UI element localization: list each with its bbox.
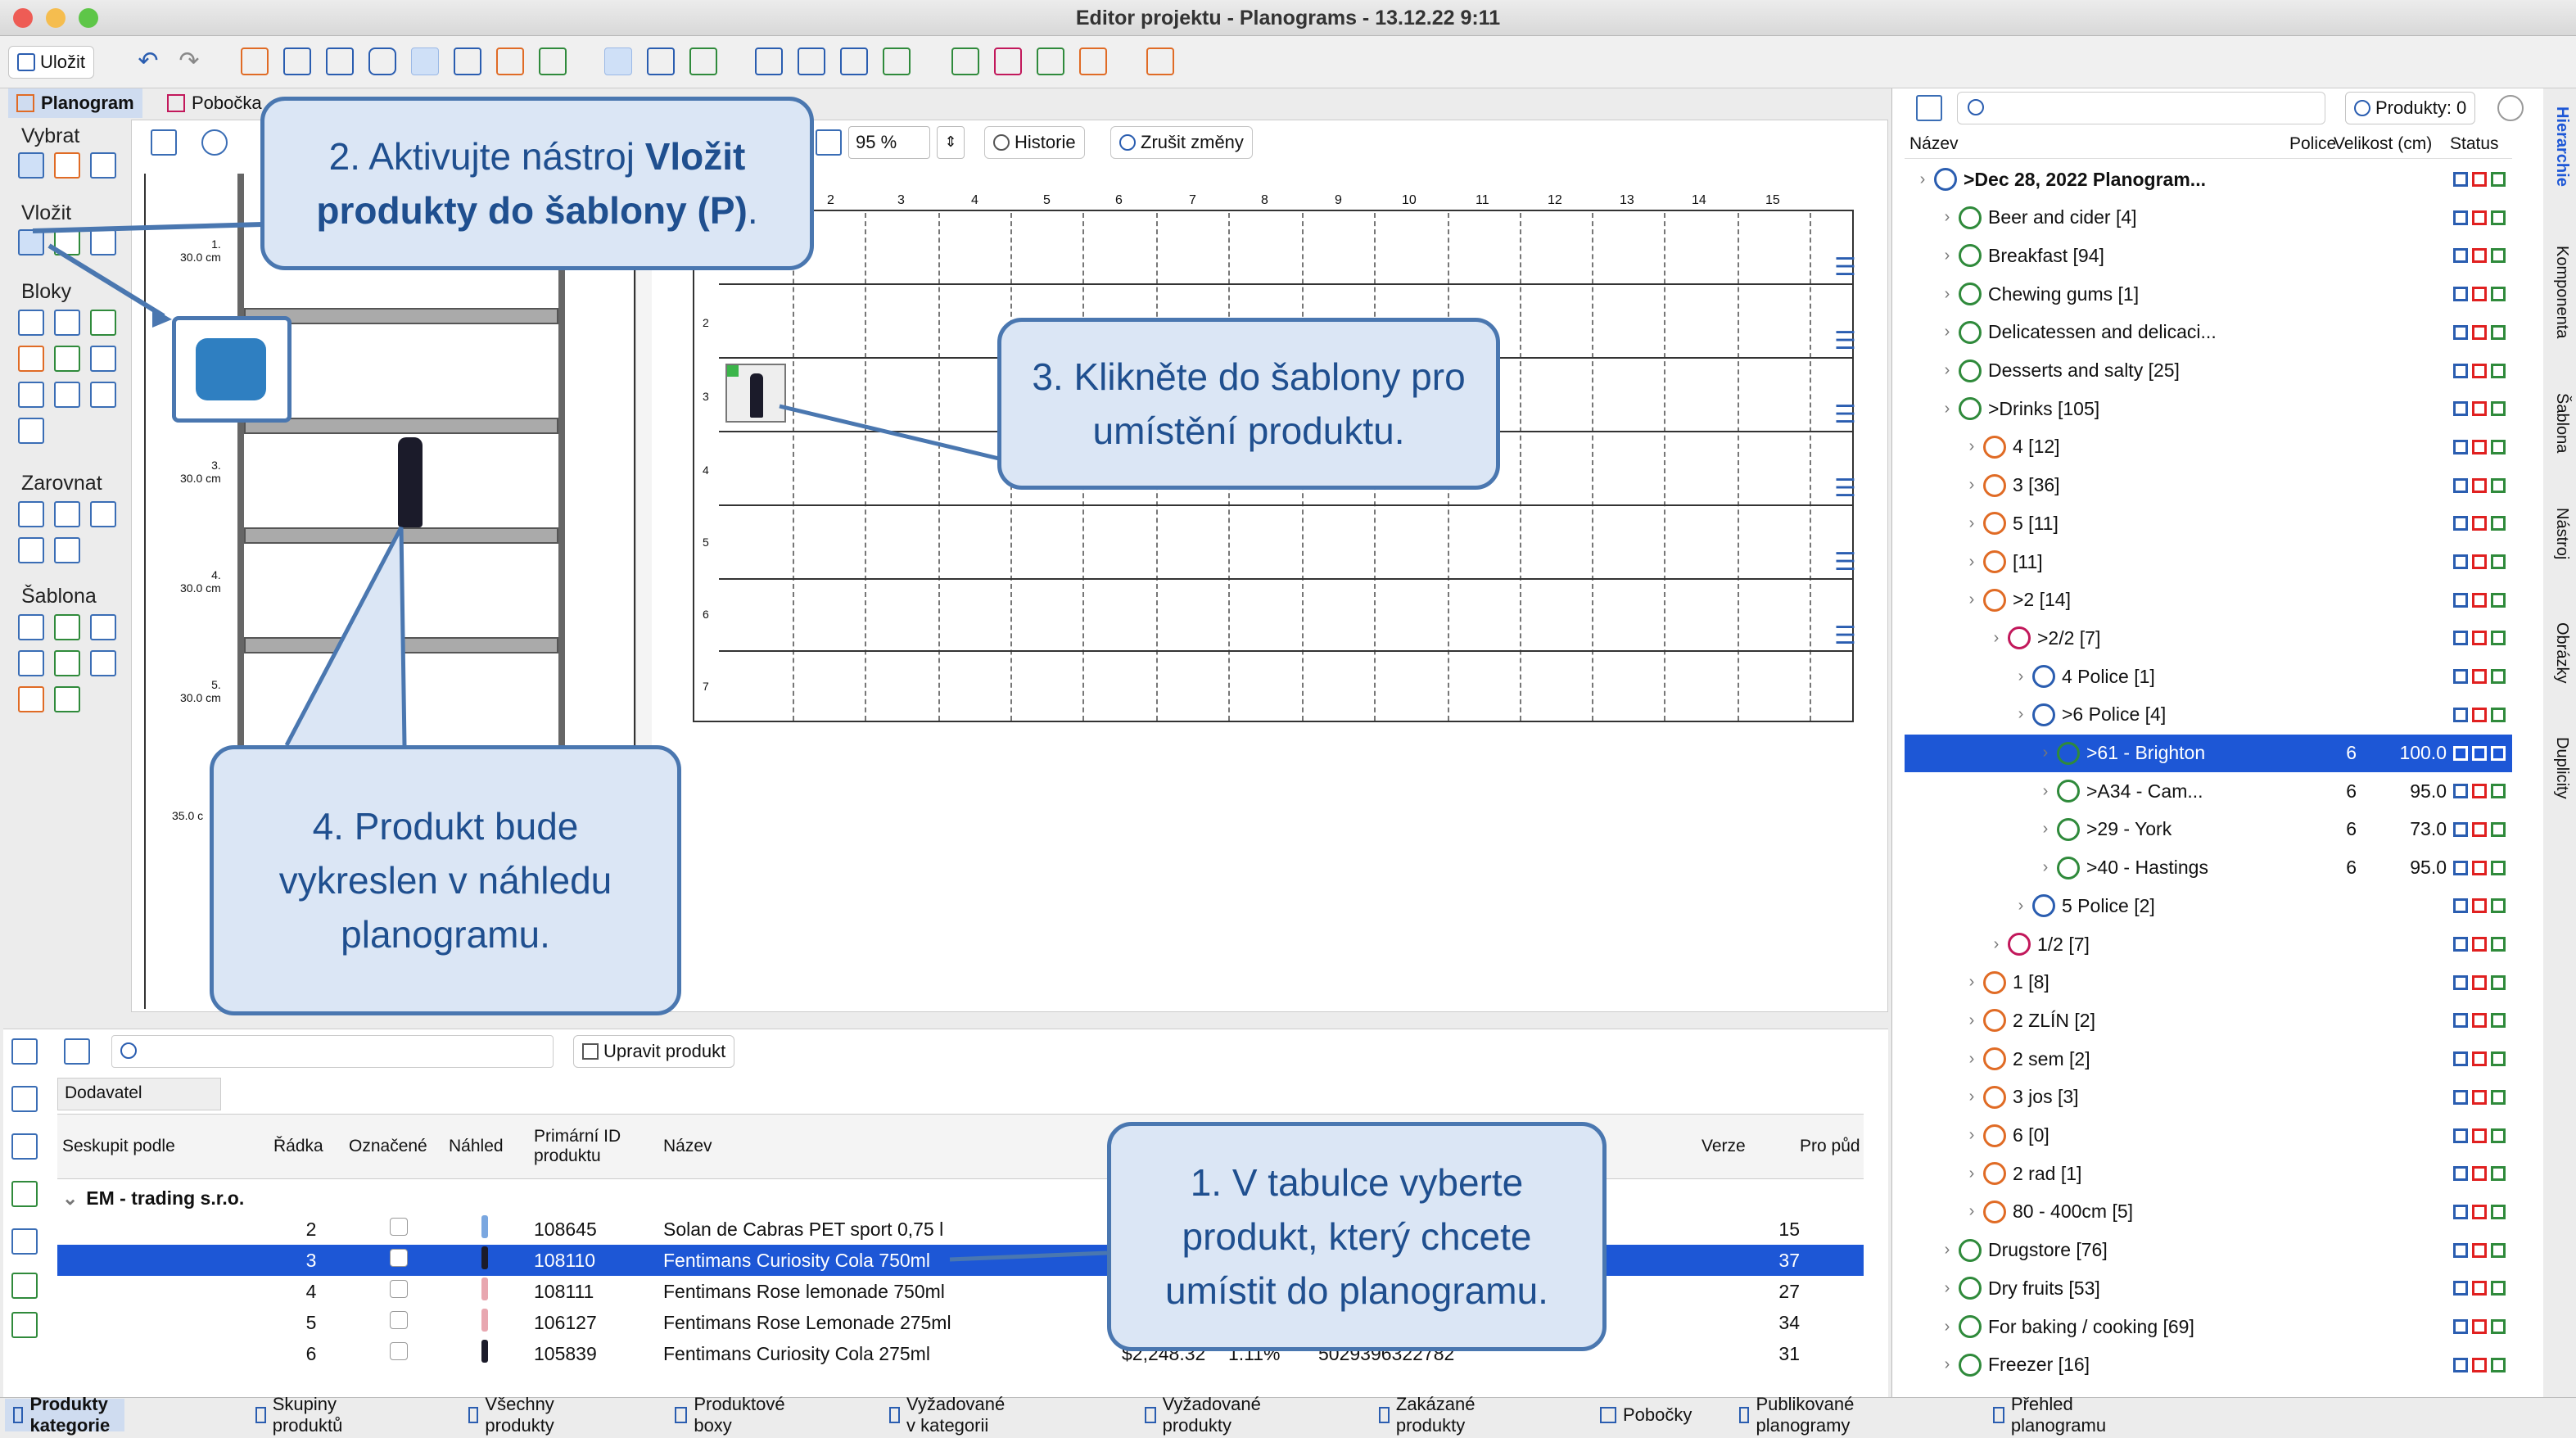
- callout-pointers: [32, 222, 1108, 1262]
